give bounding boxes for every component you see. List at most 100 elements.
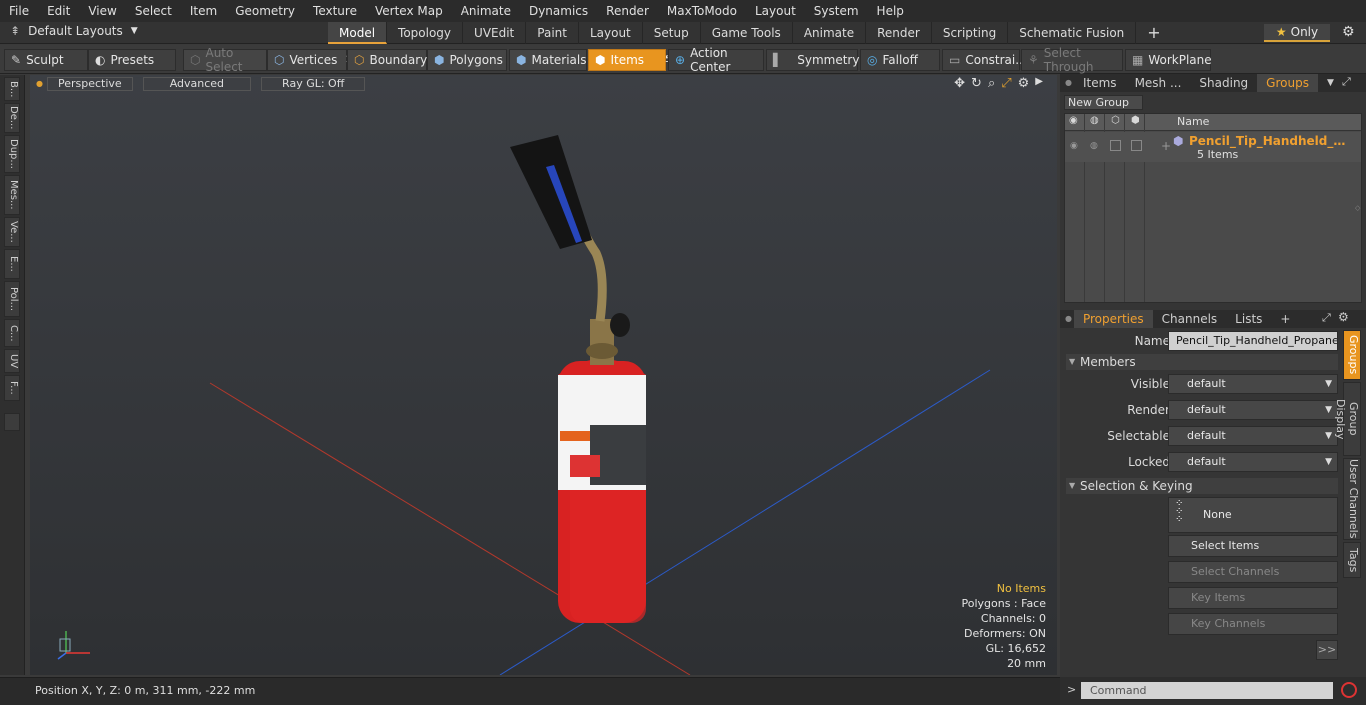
name-field[interactable]: Pencil_Tip_Handheld_Propane_Tc [1168, 331, 1338, 351]
tab-topology[interactable]: Topology [387, 22, 464, 44]
tab-mesh[interactable]: Mesh ... [1126, 74, 1191, 92]
menu-layout[interactable]: Layout [746, 4, 805, 18]
select-through-button[interactable]: ⚘ Select Through [1021, 46, 1123, 74]
chevron-right-icon[interactable]: ▶ [1035, 76, 1043, 91]
menu-animate[interactable]: Animate [452, 4, 520, 18]
menu-help[interactable]: Help [868, 4, 913, 18]
lock-checkbox[interactable] [1131, 140, 1142, 151]
auto-select-button[interactable]: ⬡ Auto Select [183, 46, 267, 74]
3d-viewport[interactable]: ● Perspective Advanced Ray GL: Off ✥ ↻ ⌕… [30, 75, 1057, 675]
menu-file[interactable]: File [0, 4, 38, 18]
group-name[interactable]: Pencil_Tip_Handheld_Pro... [1189, 134, 1349, 148]
menu-geometry[interactable]: Geometry [226, 4, 304, 18]
menu-maxtomodo[interactable]: MaxToModo [658, 4, 746, 18]
menu-dynamics[interactable]: Dynamics [520, 4, 597, 18]
materials-button[interactable]: ⬢ Materials [509, 49, 587, 71]
render-toggle-icon[interactable]: ◍ [1090, 141, 1098, 151]
only-toggle[interactable]: ★ Only [1264, 24, 1330, 42]
menu-edit[interactable]: Edit [38, 4, 79, 18]
polygons-button[interactable]: ⬢ Polygons [427, 49, 507, 71]
left-tab-curve[interactable]: C... [4, 319, 20, 347]
members-section[interactable]: Members [1066, 354, 1338, 370]
tab-uvedit[interactable]: UVEdit [463, 22, 527, 44]
visibility-toggle-icon[interactable]: ◉ [1070, 141, 1078, 151]
left-tab-deform[interactable]: De... [4, 103, 20, 133]
symmetry-button[interactable]: ▌ Symmetry [766, 49, 859, 71]
left-tab-b[interactable]: B... [4, 77, 20, 101]
tab-schematic-fusion[interactable]: Schematic Fusion [1008, 22, 1137, 44]
menu-select[interactable]: Select [126, 4, 181, 18]
tab-items[interactable]: Items [1074, 74, 1126, 92]
left-tab-extra[interactable] [4, 413, 20, 431]
tab-paint[interactable]: Paint [526, 22, 579, 44]
tab-channels[interactable]: Channels [1153, 310, 1227, 328]
add-tab-button[interactable]: + [1136, 22, 1171, 44]
none-button[interactable]: ⁘ ⁘ ⁘ None [1168, 497, 1338, 533]
scroll-handle[interactable]: ◇ [1355, 204, 1361, 212]
expand-icon[interactable]: ⤢ [1322, 311, 1331, 325]
tab-lists[interactable]: Lists [1226, 310, 1271, 328]
menu-view[interactable]: View [79, 4, 125, 18]
menu-vertex-map[interactable]: Vertex Map [366, 4, 452, 18]
gear-icon[interactable]: ⚙ [1018, 76, 1030, 91]
tab-layout[interactable]: Layout [579, 22, 643, 44]
vtab-group-display[interactable]: Group Display [1334, 382, 1361, 456]
tab-render[interactable]: Render [866, 22, 932, 44]
select-items-button[interactable]: Select Items [1168, 535, 1338, 557]
default-layouts-dropdown[interactable]: ⇞ Default Layouts ▼ [10, 24, 138, 38]
visible-select[interactable]: default ▼ [1168, 374, 1338, 394]
sculpt-button[interactable]: ✎ Sculpt [4, 49, 88, 71]
perspective-button[interactable]: Perspective [46, 76, 133, 91]
tab-shading[interactable]: Shading [1190, 74, 1257, 92]
boundary-button[interactable]: ⬡ Boundary [347, 49, 427, 71]
falloff-button[interactable]: ◎ Falloff [860, 49, 940, 71]
move-icon[interactable]: ✥ [954, 76, 965, 91]
menu-system[interactable]: System [805, 4, 868, 18]
maximize-icon[interactable]: ⤢ [1001, 76, 1011, 91]
left-tab-mesh[interactable]: Mes... [4, 175, 20, 215]
key-channels-button[interactable]: Key Channels [1168, 613, 1338, 635]
left-tab-duplicate[interactable]: Dup... [4, 135, 20, 173]
expand-plus-icon[interactable]: + [1161, 139, 1171, 153]
select-channels-button[interactable]: Select Channels [1168, 561, 1338, 583]
presets-button[interactable]: ◐ Presets [88, 49, 176, 71]
vtab-groups[interactable]: Groups [1343, 330, 1361, 380]
selection-keying-section[interactable]: Selection & Keying [1066, 478, 1338, 494]
vtab-user-channels[interactable]: User Channels [1343, 458, 1361, 540]
menu-render[interactable]: Render [597, 4, 658, 18]
action-center-button[interactable]: ⊕ Action Center [668, 46, 764, 74]
expand-icon[interactable]: ⤢ [1342, 75, 1351, 89]
left-tab-polygon[interactable]: Pol... [4, 281, 20, 317]
tab-setup[interactable]: Setup [643, 22, 701, 44]
tab-animate[interactable]: Animate [793, 22, 867, 44]
menu-item[interactable]: Item [181, 4, 226, 18]
more-button[interactable]: >> [1316, 640, 1338, 660]
vertices-button[interactable]: ⬡ Vertices 1 [267, 49, 351, 71]
items-button[interactable]: ⬢ Items 5 [588, 49, 671, 71]
constraints-button[interactable]: ▭ Constrai... [942, 49, 1027, 71]
chevron-down-icon[interactable]: ▼ [1318, 74, 1343, 92]
render-select[interactable]: default ▼ [1168, 400, 1338, 420]
locked-select[interactable]: default ▼ [1168, 452, 1338, 472]
raygl-button[interactable]: Ray GL: Off [261, 76, 366, 91]
gear-icon[interactable]: ⚙ [1338, 310, 1349, 324]
selectable-select[interactable]: default ▼ [1168, 426, 1338, 446]
new-group-button[interactable]: New Group [1064, 95, 1143, 110]
advanced-button[interactable]: Advanced [142, 76, 252, 91]
zoom-icon[interactable]: ⌕ [988, 76, 995, 91]
menu-texture[interactable]: Texture [304, 4, 366, 18]
record-icon[interactable] [1341, 682, 1357, 698]
vtab-tags[interactable]: Tags [1343, 542, 1361, 578]
left-tab-edge[interactable]: E... [4, 249, 20, 279]
left-tab-fusion[interactable]: F... [4, 375, 20, 401]
tab-model[interactable]: Model [328, 22, 388, 44]
group-row[interactable]: ◉ ◍ + ⬢ Pencil_Tip_Handheld_Pro... 5 Ite… [1065, 132, 1361, 162]
rotate-icon[interactable]: ↻ [971, 76, 982, 91]
tab-game-tools[interactable]: Game Tools [701, 22, 793, 44]
tab-groups[interactable]: Groups [1257, 74, 1318, 92]
command-input[interactable]: Command [1081, 682, 1333, 699]
tab-properties[interactable]: Properties [1073, 310, 1153, 328]
tab-scripting[interactable]: Scripting [932, 22, 1009, 44]
gear-icon[interactable]: ⚙ [1342, 24, 1355, 40]
select-checkbox[interactable] [1110, 140, 1121, 151]
